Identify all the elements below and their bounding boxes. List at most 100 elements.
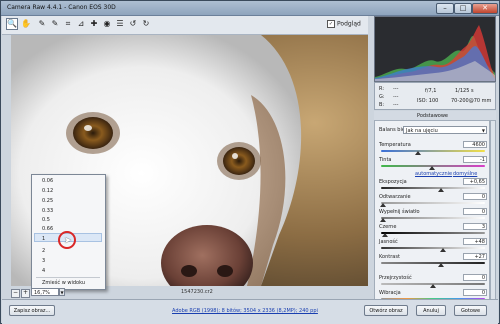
histogram-graph bbox=[375, 25, 495, 81]
slider-label-6: Jasność bbox=[379, 239, 398, 245]
slider-value-6[interactable]: +48 bbox=[463, 238, 487, 245]
slider-track-3[interactable] bbox=[381, 202, 485, 204]
slider-label-2: Ekspozycja bbox=[379, 179, 407, 185]
zoom-fit-option[interactable]: Zmieść w widoku bbox=[42, 280, 85, 286]
slider-value-8[interactable]: 0 bbox=[463, 274, 487, 281]
preview-checkbox[interactable]: ✓ Podgląd bbox=[327, 20, 361, 28]
slider-track-2[interactable] bbox=[381, 187, 485, 189]
window-title: Camera Raw 4.4.1 - Canon EOS 30D bbox=[7, 4, 116, 11]
hand-tool-icon[interactable]: ✋ bbox=[20, 18, 32, 30]
file-name: 1547230.cr2 bbox=[181, 289, 213, 295]
slider-track-0[interactable] bbox=[381, 150, 485, 152]
zoom-option-0-5[interactable]: 0.5 bbox=[42, 217, 50, 223]
zoom-out-button[interactable]: − bbox=[11, 289, 20, 298]
zoom-option-0-66[interactable]: 0.66 bbox=[42, 226, 53, 232]
zoom-option-2[interactable]: 2 bbox=[42, 248, 45, 254]
slider-thumb-8[interactable] bbox=[430, 284, 436, 288]
b-value: --- bbox=[393, 102, 399, 108]
workflow-options-link[interactable]: Adobe RGB (1998); 8 bitów; 3504 x 2336 (… bbox=[172, 308, 318, 314]
retouch-tool-icon[interactable]: ✚ bbox=[88, 18, 100, 30]
chevron-down-icon: ▼ bbox=[481, 128, 485, 133]
slider-thumb-2[interactable] bbox=[438, 188, 445, 192]
title-bar[interactable]: Camera Raw 4.4.1 - Canon EOS 30D – □ ✕ bbox=[1, 1, 499, 16]
save-image-button[interactable]: Zapisz obraz... bbox=[9, 305, 55, 316]
preferences-icon[interactable]: ☰ bbox=[114, 18, 126, 30]
rotate-left-icon[interactable]: ↺ bbox=[127, 18, 139, 30]
slider-thumb-5[interactable] bbox=[382, 233, 389, 237]
slider-label-8: Przejrzystość bbox=[379, 275, 412, 281]
red-eye-tool-icon[interactable]: ◉ bbox=[101, 18, 113, 30]
cancel-button[interactable]: Anuluj bbox=[416, 305, 446, 316]
basic-panel: Balans bieli: Jak na ujęciu ▼ Temperatur… bbox=[374, 120, 490, 318]
zoom-option-0-25[interactable]: 0.25 bbox=[42, 198, 53, 204]
preview-check-icon[interactable]: ✓ bbox=[327, 20, 335, 28]
panel-title: Podstawowe bbox=[417, 113, 449, 119]
slider-track-4[interactable] bbox=[381, 217, 485, 219]
minimize-button[interactable]: – bbox=[436, 3, 454, 14]
shutter-speed: 1/125 s bbox=[455, 88, 474, 94]
mouse-cursor-icon: ➤ bbox=[64, 236, 72, 246]
open-image-button[interactable]: Otwórz obraz bbox=[364, 305, 408, 316]
white-balance-select[interactable]: Jak na ujęciu ▼ bbox=[403, 126, 487, 134]
close-button[interactable]: ✕ bbox=[472, 3, 498, 14]
slider-value-7[interactable]: +27 bbox=[463, 253, 487, 260]
chevron-down-icon[interactable]: ▼ bbox=[59, 288, 65, 296]
zoom-in-button[interactable]: + bbox=[21, 289, 30, 298]
aperture: f/7,1 bbox=[425, 88, 437, 94]
slider-label-0: Temperatura bbox=[379, 142, 411, 148]
r-label: R: bbox=[379, 86, 385, 92]
white-balance-tool-icon[interactable]: ✎ bbox=[36, 18, 48, 30]
auto-link[interactable]: automatycznie bbox=[415, 171, 452, 177]
r-value: --- bbox=[393, 86, 399, 92]
rotate-right-icon[interactable]: ↻ bbox=[140, 18, 152, 30]
slider-label-3: Odtwarzanie bbox=[379, 194, 411, 200]
bottom-bar: Zapisz obraz... Adobe RGB (1998); 8 bitó… bbox=[2, 299, 498, 324]
slider-thumb-1[interactable] bbox=[428, 166, 435, 170]
color-sampler-tool-icon[interactable]: ✎ bbox=[49, 18, 61, 30]
g-label: G: bbox=[379, 94, 385, 100]
slider-label-7: Kontrast bbox=[379, 254, 400, 260]
slider-track-6[interactable] bbox=[381, 247, 485, 249]
right-panel: R: --- G: --- B: --- f/7,1 1/125 s ISO: … bbox=[373, 16, 498, 318]
slider-thumb-4[interactable] bbox=[380, 218, 387, 222]
camera-info: R: --- G: --- B: --- f/7,1 1/125 s ISO: … bbox=[374, 82, 496, 110]
slider-track-7[interactable] bbox=[381, 262, 485, 264]
slider-value-0[interactable]: 4600 bbox=[463, 141, 487, 148]
zoom-option-4[interactable]: 4 bbox=[42, 268, 45, 274]
slider-value-9[interactable]: 0 bbox=[463, 289, 487, 296]
slider-thumb-7[interactable] bbox=[438, 263, 445, 267]
zoom-level-select[interactable]: 16,7% bbox=[31, 288, 59, 296]
zoom-menu-separator bbox=[36, 277, 100, 278]
slider-track-5[interactable] bbox=[381, 232, 485, 234]
slider-value-2[interactable]: +0,65 bbox=[463, 178, 487, 185]
zoom-option-0-33[interactable]: 0.33 bbox=[42, 208, 53, 214]
slider-label-5: Czerne bbox=[379, 224, 397, 230]
zoom-option-0-06[interactable]: 0.06 bbox=[42, 178, 53, 184]
g-value: --- bbox=[393, 94, 399, 100]
slider-value-3[interactable]: 0 bbox=[463, 193, 487, 200]
crop-tool-icon[interactable]: ⌗ bbox=[62, 18, 74, 30]
default-link[interactable]: domyślne bbox=[453, 171, 477, 177]
straighten-tool-icon[interactable]: ⊿ bbox=[75, 18, 87, 30]
slider-thumb-6[interactable] bbox=[440, 248, 447, 252]
slider-value-1[interactable]: -1 bbox=[463, 156, 487, 163]
slider-label-1: Tinta bbox=[379, 157, 392, 163]
zoom-tool-icon[interactable]: 🔍 bbox=[6, 18, 18, 30]
slider-value-5[interactable]: 3 bbox=[463, 223, 487, 230]
histogram bbox=[374, 16, 496, 82]
zoom-option-1[interactable]: 1 bbox=[42, 236, 45, 242]
tool-bar: 🔍 ✋ ✎ ✎ ⌗ ⊿ ✚ ◉ ☰ ↺ ↻ ✓ Podgląd bbox=[2, 16, 368, 35]
slider-label-4: Wypełnij światło bbox=[379, 209, 420, 215]
slider-thumb-3[interactable] bbox=[380, 203, 387, 207]
lens: 70-200@70 mm bbox=[451, 98, 492, 104]
slider-thumb-0[interactable] bbox=[415, 151, 422, 155]
done-button[interactable]: Gotowe bbox=[454, 305, 487, 316]
status-bar: − + 16,7% ▼ 1547230.cr2 bbox=[11, 287, 368, 298]
maximize-button[interactable]: □ bbox=[454, 3, 472, 14]
zoom-option-3[interactable]: 3 bbox=[42, 258, 45, 264]
panel-scrollbar[interactable] bbox=[490, 120, 496, 300]
zoom-option-0-12[interactable]: 0.12 bbox=[42, 188, 53, 194]
preview-label: Podgląd bbox=[337, 20, 361, 28]
b-label: B: bbox=[379, 102, 385, 108]
slider-value-4[interactable]: 0 bbox=[463, 208, 487, 215]
